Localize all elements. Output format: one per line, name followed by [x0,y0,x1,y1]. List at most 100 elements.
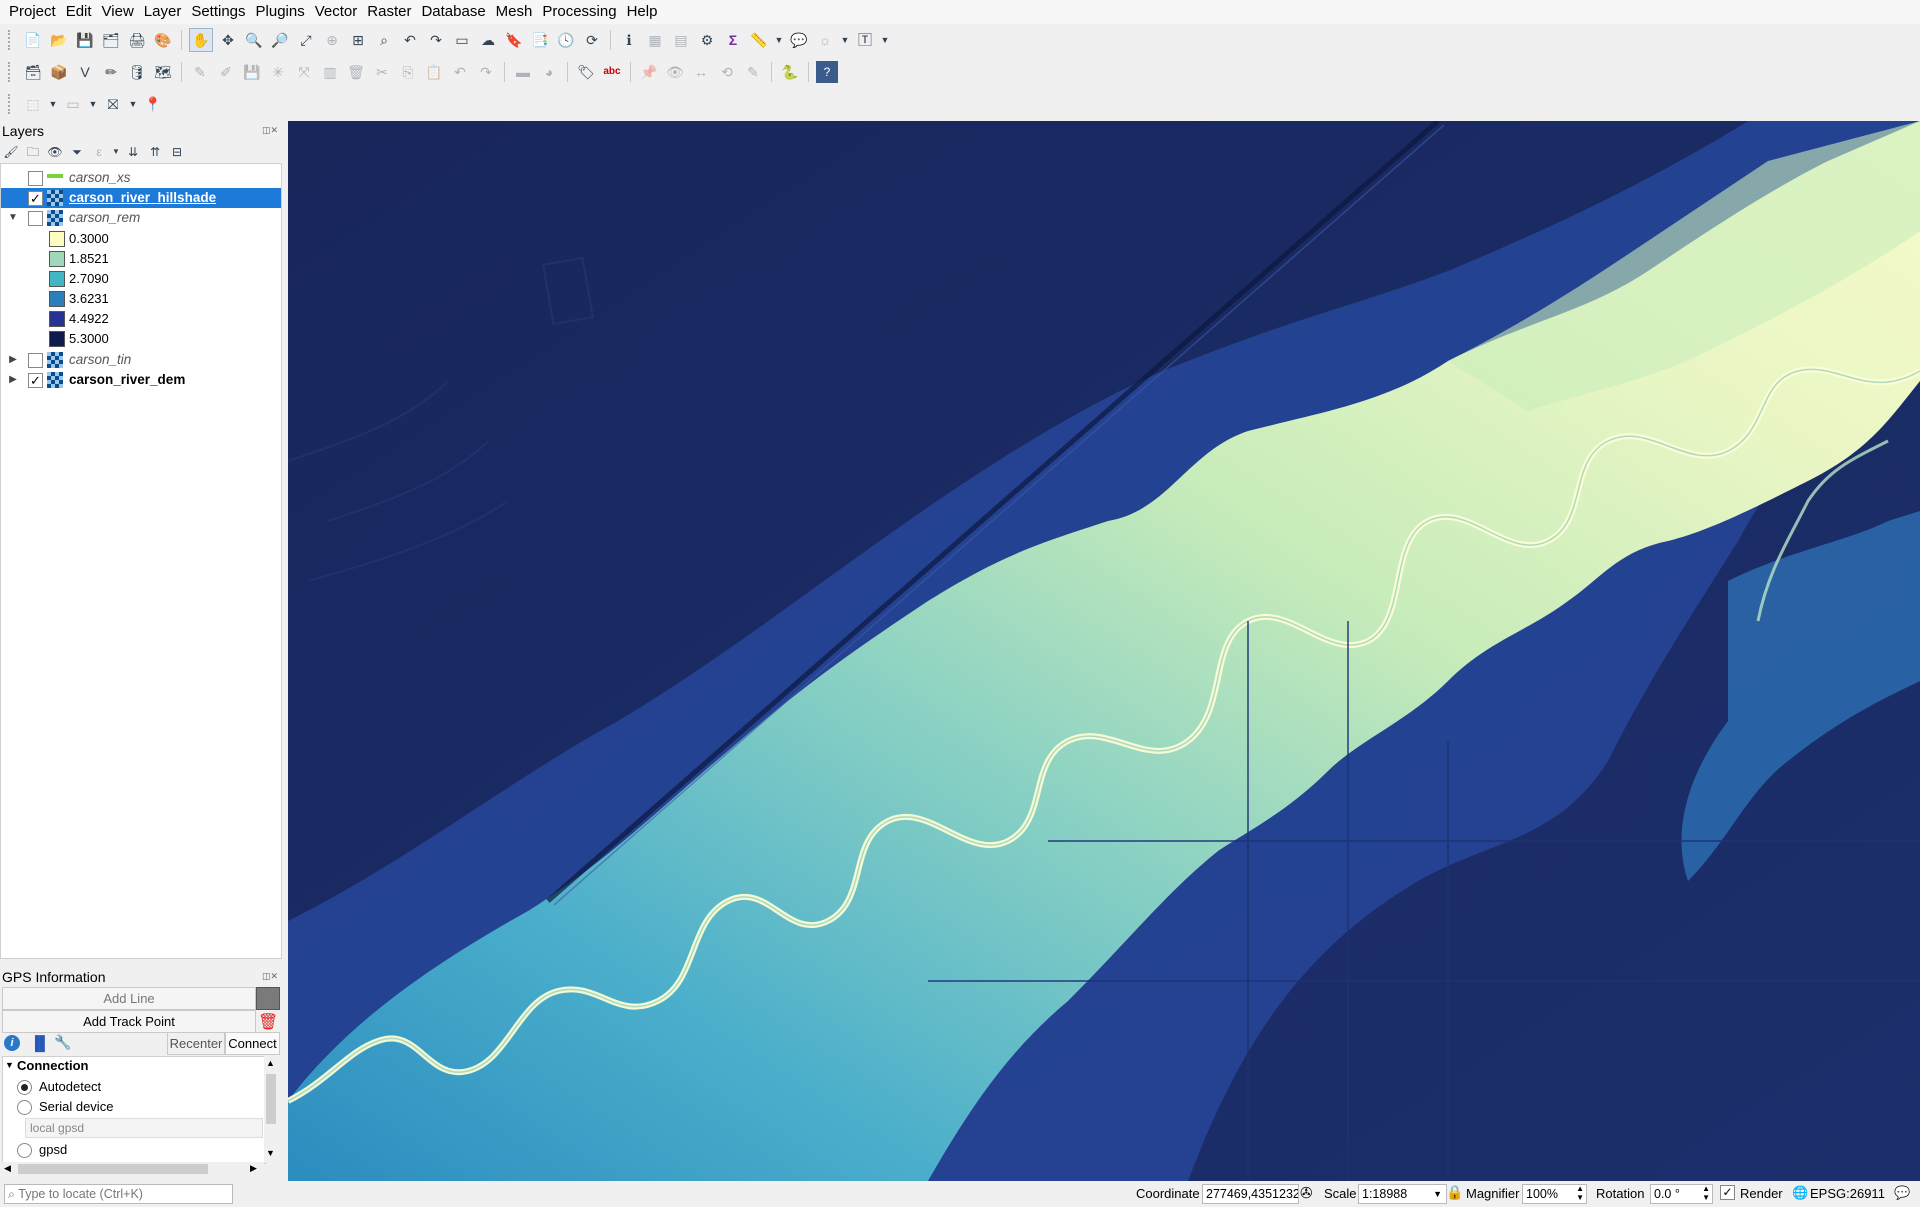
autodetect-radio[interactable] [17,1080,32,1095]
zoom-to-selection-icon[interactable]: ⊕ [321,29,343,51]
add-feature-icon[interactable]: ✳ [267,61,289,83]
menu-help[interactable]: Help [622,0,663,24]
zoom-full-icon[interactable]: ⤢ [295,29,317,51]
collapse-triangle-icon[interactable]: ▼ [7,212,19,223]
zoom-to-layer-icon[interactable]: ⊞ [347,29,369,51]
scroll-up-icon[interactable]: ▲ [266,1058,275,1068]
open-layer-styling-icon[interactable]: 🖌 [2,141,20,163]
save-edits-icon[interactable]: 💾 [241,61,263,83]
filter-by-expression-icon[interactable]: ε [90,141,108,163]
serial-device-radio[interactable] [17,1100,32,1115]
open-attribute-table-icon[interactable]: ▦ [644,29,666,51]
show-hide-label-icon[interactable]: 👁 [664,61,686,83]
gps-color-swatch[interactable] [256,987,280,1010]
signal-chart-icon[interactable]: ▐▌ [30,1035,50,1051]
new-map-view-icon[interactable]: ▭ [451,29,473,51]
rotation-spinbox[interactable]: 0.0 ° ▲ ▼ [1650,1184,1713,1204]
layer-row-carson-river-hillshade[interactable]: ✓ carson_river_hillshade [1,188,281,208]
delete-track-icon[interactable]: 🗑 [258,1012,278,1032]
text-annotation-icon[interactable]: 🅃 [854,29,876,51]
panel-float-close-icon[interactable]: ◫✕ [262,125,278,136]
new-project-icon[interactable]: 📄 [22,29,44,51]
menu-mesh[interactable]: Mesh [491,0,538,24]
chevron-down-icon[interactable]: ▼ [112,141,120,163]
wrench-settings-icon[interactable]: 🔧 [54,1034,71,1051]
scroll-left-icon[interactable]: ◀ [4,1163,11,1174]
pin-label-icon[interactable]: 📌 [638,61,660,83]
globe-crs-icon[interactable]: 🌐 [1792,1185,1808,1201]
gpsd-host-field[interactable]: local gpsd [25,1118,263,1138]
menu-database[interactable]: Database [416,0,490,24]
style-manager-icon[interactable]: 🎨 [152,29,174,51]
virtual-layer-icon[interactable]: 🛢 [126,61,148,83]
paste-features-icon[interactable]: 📋 [423,61,445,83]
pan-to-selection-icon[interactable]: ✥ [217,29,239,51]
chevron-down-icon[interactable]: ▼ [48,93,58,115]
zoom-next-icon[interactable]: ↷ [425,29,447,51]
vertex-tool-icon[interactable]: ⤧ [293,61,315,83]
add-group-icon[interactable]: 🗀 [24,141,42,163]
add-line-button[interactable]: Add Line [2,987,256,1010]
filter-legend-icon[interactable]: ⏷ [68,141,86,163]
remove-layer-icon[interactable]: ⊟ [168,141,186,163]
horizontal-scrollbar[interactable]: ◀ ▶ [2,1162,264,1176]
chevron-down-icon[interactable]: ▼ [128,93,138,115]
redo-icon[interactable]: ↷ [475,61,497,83]
menu-settings[interactable]: Settings [186,0,250,24]
undo-icon[interactable]: ↶ [449,61,471,83]
locator-search-input[interactable]: ⌕ Type to locate (Ctrl+K) [4,1184,233,1204]
refresh-icon[interactable]: ⟳ [581,29,603,51]
scroll-thumb[interactable] [18,1164,208,1174]
magnifier-spinbox[interactable]: 100% ▲ ▼ [1522,1184,1587,1204]
sun-decoration-icon[interactable]: ☼ [814,29,836,51]
new-shapefile-icon[interactable]: V [74,61,96,83]
statistical-summary-icon[interactable]: Σ [722,29,744,51]
modify-attributes-icon[interactable]: ▥ [319,61,341,83]
coordinate-field[interactable]: 277469,4351232 [1202,1184,1299,1204]
new-3d-view-icon[interactable]: ☁ [477,29,499,51]
toggle-editing-icon[interactable]: ✐ [215,61,237,83]
lock-scale-icon[interactable]: 🔒 [1446,1184,1463,1201]
layer-visibility-checkbox[interactable]: ✓ [28,191,43,206]
save-project-icon[interactable]: 💾 [74,29,96,51]
map-canvas[interactable] [288,121,1920,1181]
menu-project[interactable]: Project [0,0,61,24]
layer-row-carson-xs[interactable]: carson_xs [1,168,281,188]
expand-triangle-icon[interactable]: ▶ [7,374,19,385]
add-track-point-button[interactable]: Add Track Point [2,1010,256,1033]
identify-features-icon[interactable]: ℹ [618,29,640,51]
crs-button[interactable]: EPSG:26911 [1810,1186,1885,1201]
info-icon[interactable]: i [4,1035,20,1051]
menu-processing[interactable]: Processing [537,0,621,24]
open-project-icon[interactable]: 📂 [48,29,70,51]
toolbar-grip[interactable] [8,30,14,50]
menu-view[interactable]: View [97,0,139,24]
print-layout-icon[interactable]: 🖨 [126,29,148,51]
connect-button[interactable]: Connect [225,1032,280,1055]
expand-triangle-icon[interactable]: ▶ [7,354,19,365]
zoom-in-icon[interactable]: 🔍 [243,29,265,51]
virtual-layer-edit-icon[interactable]: 🗺 [152,61,174,83]
python-console-icon[interactable]: 🐍 [779,61,801,83]
panel-float-close-icon[interactable]: ◫✕ [262,971,278,982]
spin-arrows-icon[interactable]: ▲ ▼ [1702,1185,1710,1202]
chevron-down-icon[interactable]: ▼ [880,29,890,51]
chevron-down-icon[interactable]: ▼ [774,29,784,51]
collapse-all-icon[interactable]: ⇈ [146,141,164,163]
new-geopackage-icon[interactable]: 📦 [48,61,70,83]
recenter-button[interactable]: Recenter [167,1032,225,1055]
change-label-icon[interactable]: ✎ [742,61,764,83]
diagram-tool-icon[interactable]: ◕ [538,61,560,83]
settings-gear-icon[interactable]: ⚙ [696,29,718,51]
chevron-down-icon[interactable]: ▼ [840,29,850,51]
temporal-controller-icon[interactable]: 🕓 [555,29,577,51]
rotate-label-icon[interactable]: ⟲ [716,61,738,83]
menu-layer[interactable]: Layer [139,0,187,24]
layer-visibility-checkbox[interactable] [28,171,43,186]
toggle-extents-icon[interactable]: ✇ [1300,1184,1313,1202]
layer-labeling-icon[interactable]: 🏷 [575,61,597,83]
scroll-down-icon[interactable]: ▼ [266,1148,275,1158]
menu-raster[interactable]: Raster [362,0,416,24]
layer-visibility-checkbox[interactable] [28,211,43,226]
vertical-scrollbar[interactable]: ▲ ▼ [264,1056,278,1162]
